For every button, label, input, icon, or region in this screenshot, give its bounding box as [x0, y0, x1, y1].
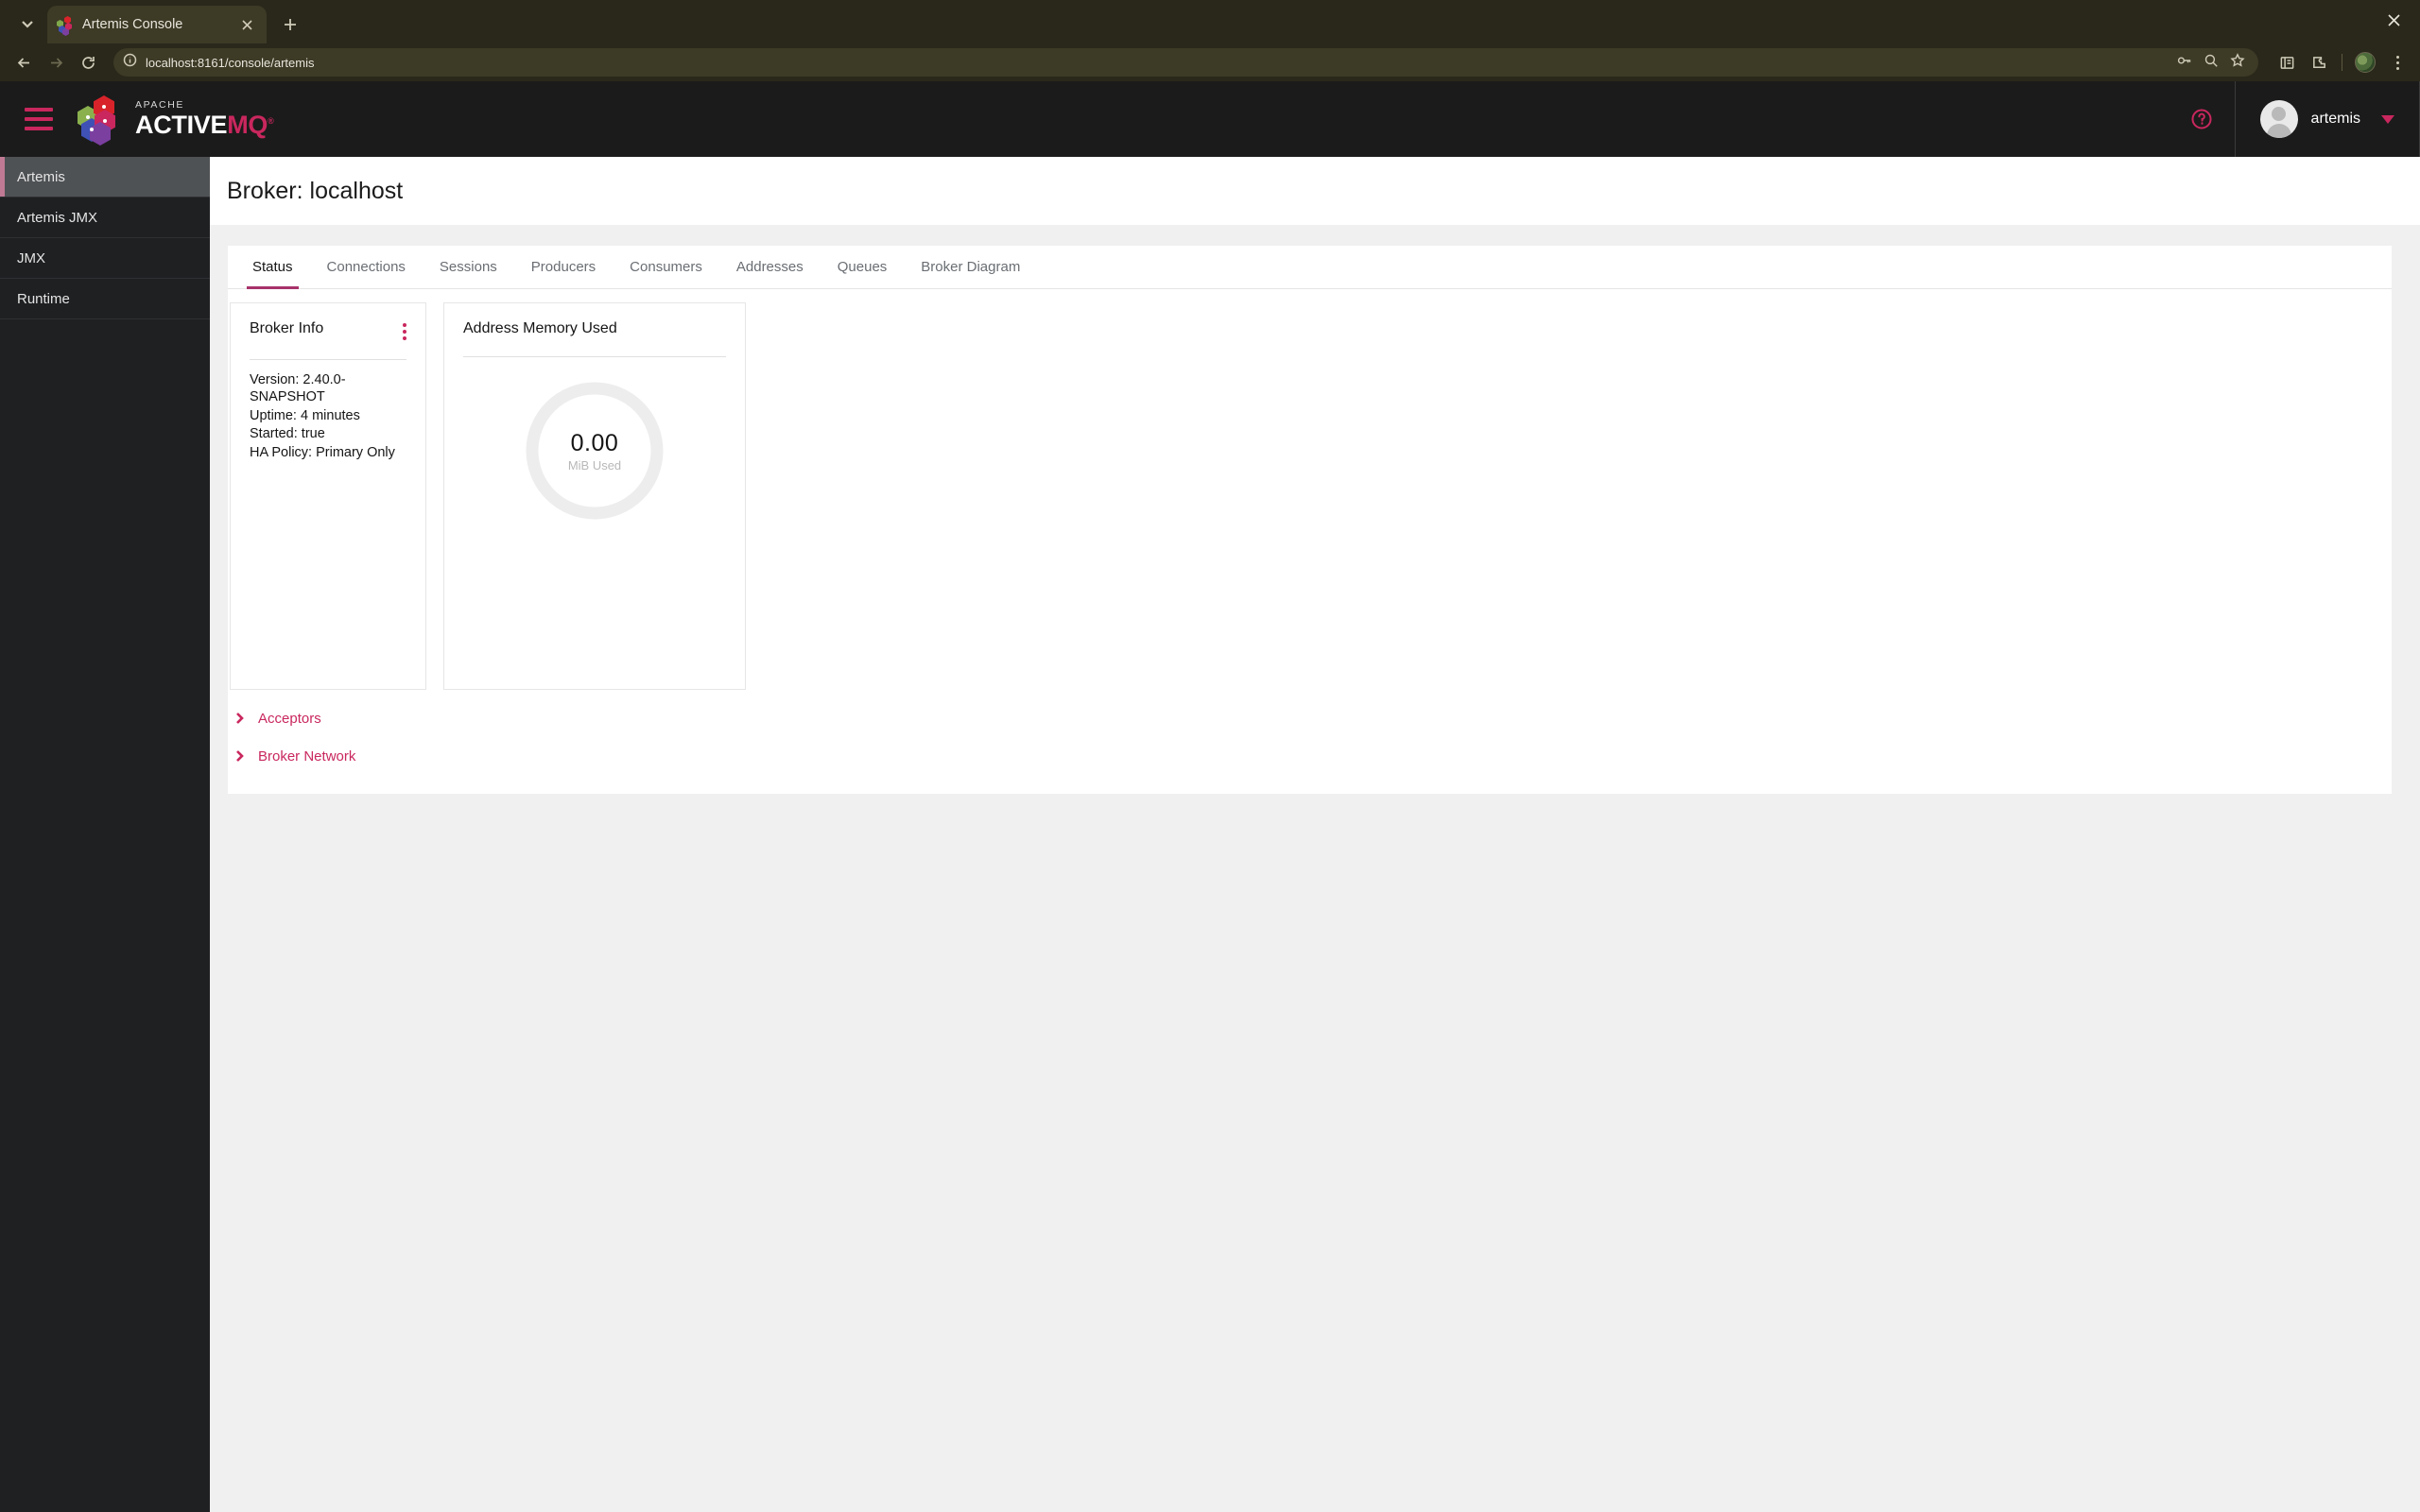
tab-broker-diagram[interactable]: Broker Diagram: [904, 246, 1037, 288]
activemq-logo[interactable]: APACHE ACTIVEMQ®: [78, 95, 274, 146]
tab-bar: Status Connections Sessions Producers Co…: [228, 246, 2392, 289]
tab-addresses[interactable]: Addresses: [719, 246, 821, 288]
user-menu[interactable]: artemis: [2236, 81, 2419, 157]
status-panel: Status Connections Sessions Producers Co…: [228, 246, 2392, 794]
tab-label: Queues: [837, 259, 888, 275]
expander-label: Acceptors: [258, 710, 321, 727]
user-name-label: artemis: [2310, 111, 2360, 127]
page-title-bar: Broker: localhost: [210, 157, 2420, 225]
tab-sessions[interactable]: Sessions: [423, 246, 514, 288]
brand-active-label: ACTIVE: [135, 111, 228, 140]
broker-info-title: Broker Info: [250, 320, 324, 336]
broker-info-list: Version: 2.40.0-SNAPSHOT Uptime: 4 minut…: [250, 360, 406, 462]
new-tab-button[interactable]: [274, 9, 306, 41]
window-close-icon[interactable]: [2380, 7, 2407, 33]
activemq-favicon: [57, 16, 74, 36]
browser-chrome: Artemis Console localhost:8161/console/a…: [0, 0, 2420, 81]
broker-info-card: Broker Info Version: 2.40.0-SNAPSHOT Upt…: [230, 302, 426, 690]
broker-info-row: Version: 2.40.0-SNAPSHOT: [250, 372, 346, 405]
browser-toolbar: localhost:8161/console/artemis: [0, 43, 2420, 81]
address-bar[interactable]: localhost:8161/console/artemis: [113, 48, 2258, 77]
tab-producers[interactable]: Producers: [514, 246, 613, 288]
forward-arrow-icon: [42, 48, 70, 77]
brand-mq-label: MQ: [227, 111, 268, 140]
tab-label: Status: [252, 259, 293, 275]
sidebar-item-artemis[interactable]: Artemis: [0, 157, 210, 198]
brand-registered-mark: ®: [268, 116, 274, 127]
expander-label: Broker Network: [258, 747, 356, 765]
address-bar-url: localhost:8161/console/artemis: [146, 55, 315, 70]
address-memory-chart: 0.00 MiB Used: [463, 357, 726, 522]
reading-list-icon[interactable]: [2273, 49, 2300, 76]
back-arrow-icon[interactable]: [9, 48, 38, 77]
status-cards: Broker Info Version: 2.40.0-SNAPSHOT Upt…: [228, 289, 2392, 690]
browser-menu-icon[interactable]: [2384, 49, 2411, 76]
tab-label: Connections: [326, 259, 406, 275]
sidebar-item-jmx[interactable]: JMX: [0, 238, 210, 279]
expander-acceptors[interactable]: Acceptors: [230, 705, 2392, 731]
tab-connections[interactable]: Connections: [310, 246, 423, 288]
browser-tab[interactable]: Artemis Console: [47, 6, 267, 43]
info-circle-icon[interactable]: [123, 53, 137, 72]
tab-label: Addresses: [735, 259, 804, 275]
app-header: APACHE ACTIVEMQ® artemis: [0, 81, 2420, 157]
sidebar: Artemis Artemis JMX JMX Runtime: [0, 157, 210, 1512]
address-memory-card: Address Memory Used 0.00 MiB Used: [443, 302, 746, 690]
tab-label: Sessions: [439, 259, 497, 275]
address-memory-title: Address Memory Used: [463, 320, 617, 336]
tab-status[interactable]: Status: [235, 246, 310, 289]
tab-queues[interactable]: Queues: [821, 246, 905, 288]
profile-avatar-icon[interactable]: [2352, 49, 2378, 76]
star-icon[interactable]: [2230, 52, 2245, 73]
avatar: [2259, 100, 2298, 138]
key-icon[interactable]: [2177, 53, 2192, 73]
donut-units: MiB Used: [567, 457, 622, 472]
tab-close-icon[interactable]: [236, 14, 257, 35]
sidebar-item-label: Artemis JMX: [17, 209, 98, 226]
broker-info-row: Started: true: [250, 426, 325, 442]
help-circle-icon[interactable]: [2169, 108, 2235, 130]
magnifier-icon[interactable]: [2204, 53, 2219, 73]
page-title: Broker: localhost: [227, 177, 404, 204]
chevron-right-icon: [234, 712, 245, 725]
donut-value: 0.00: [570, 429, 619, 456]
broker-info-row: HA Policy: Primary Only: [250, 444, 395, 460]
content-area: Broker: localhost Status Connections Ses…: [210, 157, 2420, 1512]
hamburger-icon[interactable]: [17, 108, 60, 130]
reload-icon[interactable]: [74, 48, 102, 77]
expander-broker-network[interactable]: Broker Network: [230, 743, 2392, 769]
brand-apache-label: APACHE: [135, 98, 184, 111]
broker-info-row: Uptime: 4 minutes: [250, 407, 360, 423]
sidebar-item-label: Runtime: [17, 290, 70, 307]
browser-tabstrip: Artemis Console: [0, 0, 2420, 43]
tab-label: Producers: [530, 259, 596, 275]
tab-list-icon[interactable]: [8, 6, 47, 42]
sidebar-item-artemis-jmx[interactable]: Artemis JMX: [0, 198, 210, 238]
sidebar-item-label: JMX: [17, 249, 45, 266]
browser-tab-title: Artemis Console: [82, 17, 183, 32]
tab-consumers[interactable]: Consumers: [613, 246, 719, 288]
chevron-right-icon: [234, 749, 245, 763]
chevron-down-icon[interactable]: [2381, 114, 2394, 124]
tab-label: Broker Diagram: [921, 259, 1021, 275]
expander-sections: Acceptors Broker Network: [228, 690, 2392, 769]
activemq-hexagon-mark: [78, 95, 125, 146]
main-layout: Artemis Artemis JMX JMX Runtime Broker: …: [0, 157, 2420, 1512]
tab-label: Consumers: [630, 259, 702, 275]
puzzle-icon[interactable]: [2306, 49, 2332, 76]
sidebar-item-runtime[interactable]: Runtime: [0, 279, 210, 319]
sidebar-item-label: Artemis: [17, 168, 65, 185]
kebab-menu-icon[interactable]: [403, 320, 406, 340]
